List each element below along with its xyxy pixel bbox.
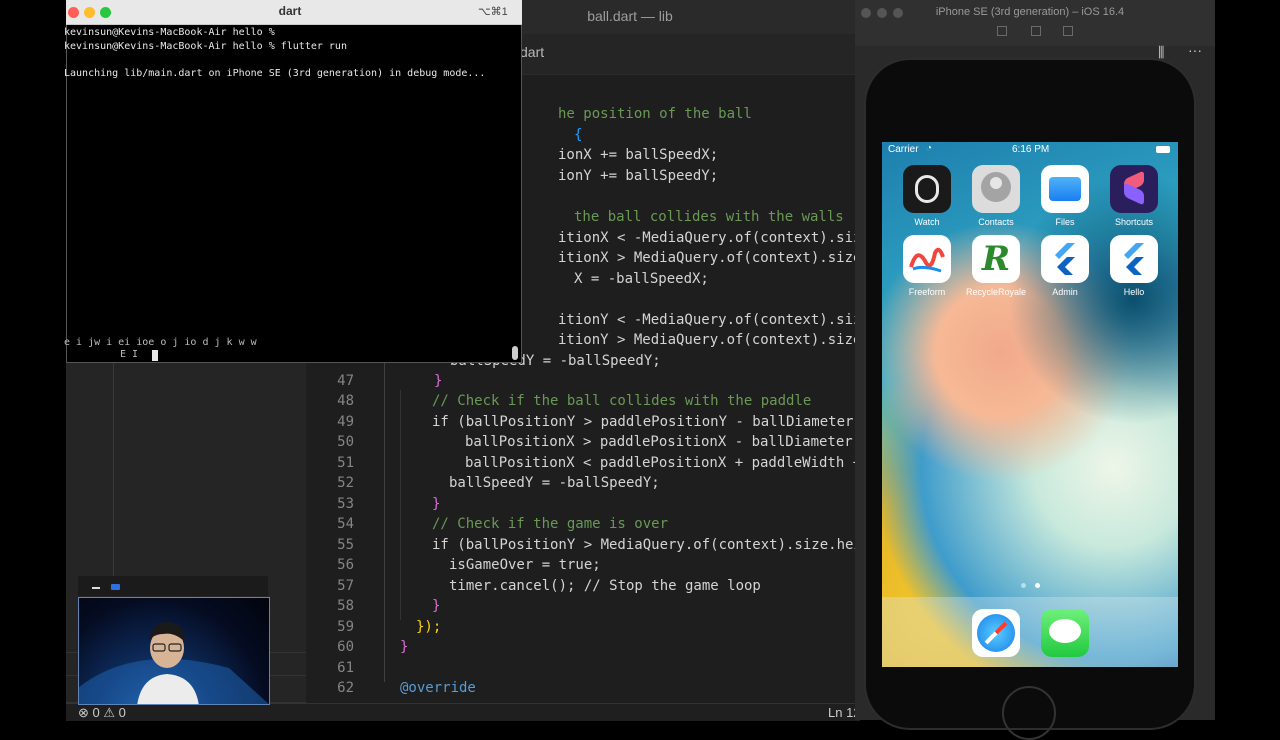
terminal-cursor — [152, 350, 158, 361]
more-actions-icon[interactable]: ··· — [1188, 42, 1202, 58]
code-line[interactable]: 53} — [310, 494, 440, 514]
app-label-files: Files — [1055, 217, 1075, 227]
minimize-icon[interactable] — [92, 587, 100, 589]
webcam-toolbar — [78, 576, 268, 596]
flutter-icon[interactable] — [1110, 235, 1158, 283]
ios-statusbar: Carrier ◔ 6:16 PM — [888, 143, 1172, 158]
terminal-line: e i jw i ei ioe o j io d j k w w — [64, 337, 257, 348]
terminal-line: kevinsun@Kevins-MacBook-Air hello % flut… — [64, 41, 347, 52]
webcam-feed — [78, 597, 270, 705]
terminal-title: dart — [278, 4, 302, 18]
code-line[interactable]: 55 if (ballPositionY > MediaQuery.of(cont… — [310, 535, 870, 555]
tab-ball-dart[interactable]: dart — [520, 44, 544, 60]
terminal-shortcut: ⌥⌘1 — [478, 6, 508, 18]
terminal-line: E I — [120, 349, 139, 360]
code-line[interactable]: 51 ballPositionX < paddlePositionX + padd… — [310, 453, 861, 473]
close-icon[interactable] — [68, 7, 79, 18]
app-label-recycleroyale: RecycleRoyale — [965, 287, 1027, 297]
minimize-icon[interactable] — [84, 7, 95, 18]
flutter-icon[interactable] — [1041, 235, 1089, 283]
dock — [882, 597, 1178, 667]
terminal-line: Launching lib/main.dart on iPhone SE (3r… — [64, 68, 486, 79]
code-line[interactable]: 56 isGameOver = true; — [310, 555, 601, 575]
code-line[interactable]: 49 if (ballPositionY > paddlePositionY - … — [310, 412, 870, 432]
clock: 6:16 PM — [1012, 144, 1050, 155]
watch-icon[interactable] — [903, 165, 951, 213]
shortcuts-icon[interactable] — [1110, 165, 1158, 213]
wifi-icon: ◔ — [926, 143, 933, 154]
editor-statusbar — [66, 703, 860, 721]
carrier-label: Carrier — [888, 144, 919, 155]
code-line[interactable]: 59}); — [310, 617, 441, 637]
app-label-contacts: Contacts — [978, 217, 1014, 227]
problems-count[interactable]: ⊗ 0 ⚠ 0 — [78, 705, 126, 721]
presenter-image — [79, 622, 269, 704]
code-line[interactable]: 62 @override — [310, 678, 476, 698]
page-indicator-dot-active[interactable] — [1035, 583, 1040, 588]
freeform-icon[interactable] — [903, 235, 951, 283]
app-label-hello: Hello — [1123, 287, 1145, 297]
code-line[interactable]: 61 — [310, 658, 368, 678]
terminal-scrollbar[interactable] — [512, 346, 518, 360]
contacts-icon[interactable] — [972, 165, 1020, 213]
app-label-freeform: Freeform — [908, 287, 946, 297]
app-label-watch: Watch — [914, 217, 940, 227]
right-black-margin — [1215, 0, 1280, 720]
code-line[interactable]: 47} — [310, 371, 442, 391]
terminal-line: kevinsun@Kevins-MacBook-Air hello % — [64, 27, 275, 38]
left-black-margin — [0, 0, 66, 720]
app-label-shortcuts: Shortcuts — [1114, 217, 1154, 227]
code-line[interactable]: 48// Check if the ball collides with the… — [310, 391, 811, 411]
page-indicator-dot[interactable] — [1021, 583, 1026, 588]
recycleroyale-icon[interactable]: R — [972, 235, 1020, 283]
code-line[interactable]: 58} — [310, 596, 440, 616]
rotate-icon[interactable] — [1063, 26, 1073, 36]
screenshot-icon[interactable] — [1031, 26, 1041, 36]
code-line[interactable]: 60} — [310, 637, 408, 657]
maximize-icon[interactable] — [100, 7, 111, 18]
editor-window-title: ball.dart — lib — [587, 8, 673, 24]
code-line[interactable]: 52 ballSpeedY = -ballSpeedY; — [310, 473, 660, 493]
home-icon[interactable] — [997, 26, 1007, 36]
files-icon[interactable] — [1041, 165, 1089, 213]
home-button[interactable] — [1002, 686, 1056, 740]
code-line[interactable]: 57 timer.cancel(); // Stop the game loop — [310, 576, 761, 596]
messages-icon[interactable] — [1041, 609, 1089, 657]
battery-icon — [1156, 146, 1170, 153]
close-icon[interactable] — [861, 8, 871, 18]
sidebar-tree-guide — [113, 363, 114, 583]
app-label-admin: Admin — [1052, 287, 1078, 297]
code-line[interactable]: 50 ballPositionX > paddlePositionX - ball… — [310, 432, 869, 452]
safari-icon[interactable] — [972, 609, 1020, 657]
simulator-title: iPhone SE (3rd generation) – iOS 16.4 — [935, 6, 1125, 18]
code-line[interactable]: 54// Check if the game is over — [310, 514, 668, 534]
terminal-window[interactable] — [66, 0, 522, 363]
window-icon[interactable] — [111, 584, 120, 590]
